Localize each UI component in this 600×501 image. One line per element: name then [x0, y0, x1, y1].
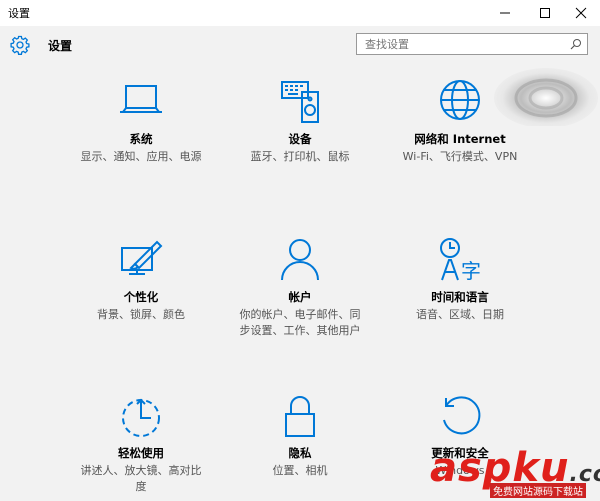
minimize-icon [500, 12, 510, 14]
tile-label: 轻松使用 [118, 446, 164, 460]
maximize-icon [540, 8, 550, 18]
search-icon[interactable] [570, 38, 582, 50]
tile-description: 语音、区域、日期 [416, 308, 504, 321]
search-box[interactable] [356, 33, 588, 55]
close-button[interactable] [562, 0, 600, 26]
tile-personalization[interactable]: 个性化 背景、锁屏、颜色 [73, 236, 209, 323]
page-header: 设置 [0, 26, 600, 66]
lock-icon [285, 396, 315, 437]
tile-description: Wi-Fi、飞行模式、VPN [402, 150, 518, 163]
gear-icon [10, 35, 30, 55]
tile-description: 蓝牙、打印机、鼠标 [250, 150, 350, 163]
person-icon [281, 239, 319, 281]
tile-time-language[interactable]: 字 时间和语言 语音、区域、日期 [392, 236, 528, 323]
watermark-tagline: 免费网站源码下载站 [490, 483, 586, 498]
tile-label: 设备 [288, 132, 312, 146]
ease-of-access-icon [122, 398, 160, 437]
minimize-button[interactable] [486, 0, 524, 26]
tile-system[interactable]: 系统 显示、通知、应用、电源 [73, 78, 209, 165]
tile-accounts[interactable]: 帐户 你的帐户、电子邮件、同步设置、工作、其他用户 [232, 236, 368, 339]
maximize-button[interactable] [526, 0, 564, 26]
title-bar: 设置 [0, 0, 600, 26]
tile-description: 显示、通知、应用、电源 [80, 150, 202, 163]
page-title: 设置 [48, 39, 73, 53]
personalization-icon [121, 240, 163, 275]
window-title: 设置 [8, 7, 30, 20]
search-input[interactable] [365, 36, 561, 52]
time-language-icon: 字 [440, 238, 481, 283]
tile-label: 个性化 [123, 290, 159, 304]
tile-privacy[interactable]: 隐私 位置、相机 [232, 392, 368, 479]
tile-label: 时间和语言 [431, 290, 489, 304]
tile-network[interactable]: 网络和 Internet Wi-Fi、飞行模式、VPN [392, 78, 528, 165]
svg-text:字: 字 [461, 259, 481, 283]
tile-ease-of-access[interactable]: 轻松使用 讲述人、放大镜、高对比度 [73, 392, 209, 495]
tile-label: 帐户 [288, 290, 312, 304]
tile-devices[interactable]: 设备 蓝牙、打印机、鼠标 [232, 78, 368, 165]
tile-label: 网络和 Internet [414, 132, 506, 146]
tile-description: 讲述人、放大镜、高对比度 [80, 464, 202, 493]
tile-description: 位置、相机 [272, 464, 328, 477]
devices-icon [281, 81, 319, 123]
tile-description: 你的帐户、电子邮件、同步设置、工作、其他用户 [239, 308, 361, 337]
tile-description: 背景、锁屏、颜色 [97, 308, 185, 321]
close-icon [575, 7, 587, 19]
update-icon [443, 396, 481, 435]
laptop-icon [120, 85, 162, 113]
settings-window: 设置 设置 查找设置 系统 显示、通知、应用、电源 设备 蓝牙、打印机、鼠标 网… [0, 0, 600, 501]
tile-label: 隐私 [288, 446, 312, 460]
globe-icon [440, 80, 480, 120]
tile-label: 系统 [129, 132, 153, 146]
